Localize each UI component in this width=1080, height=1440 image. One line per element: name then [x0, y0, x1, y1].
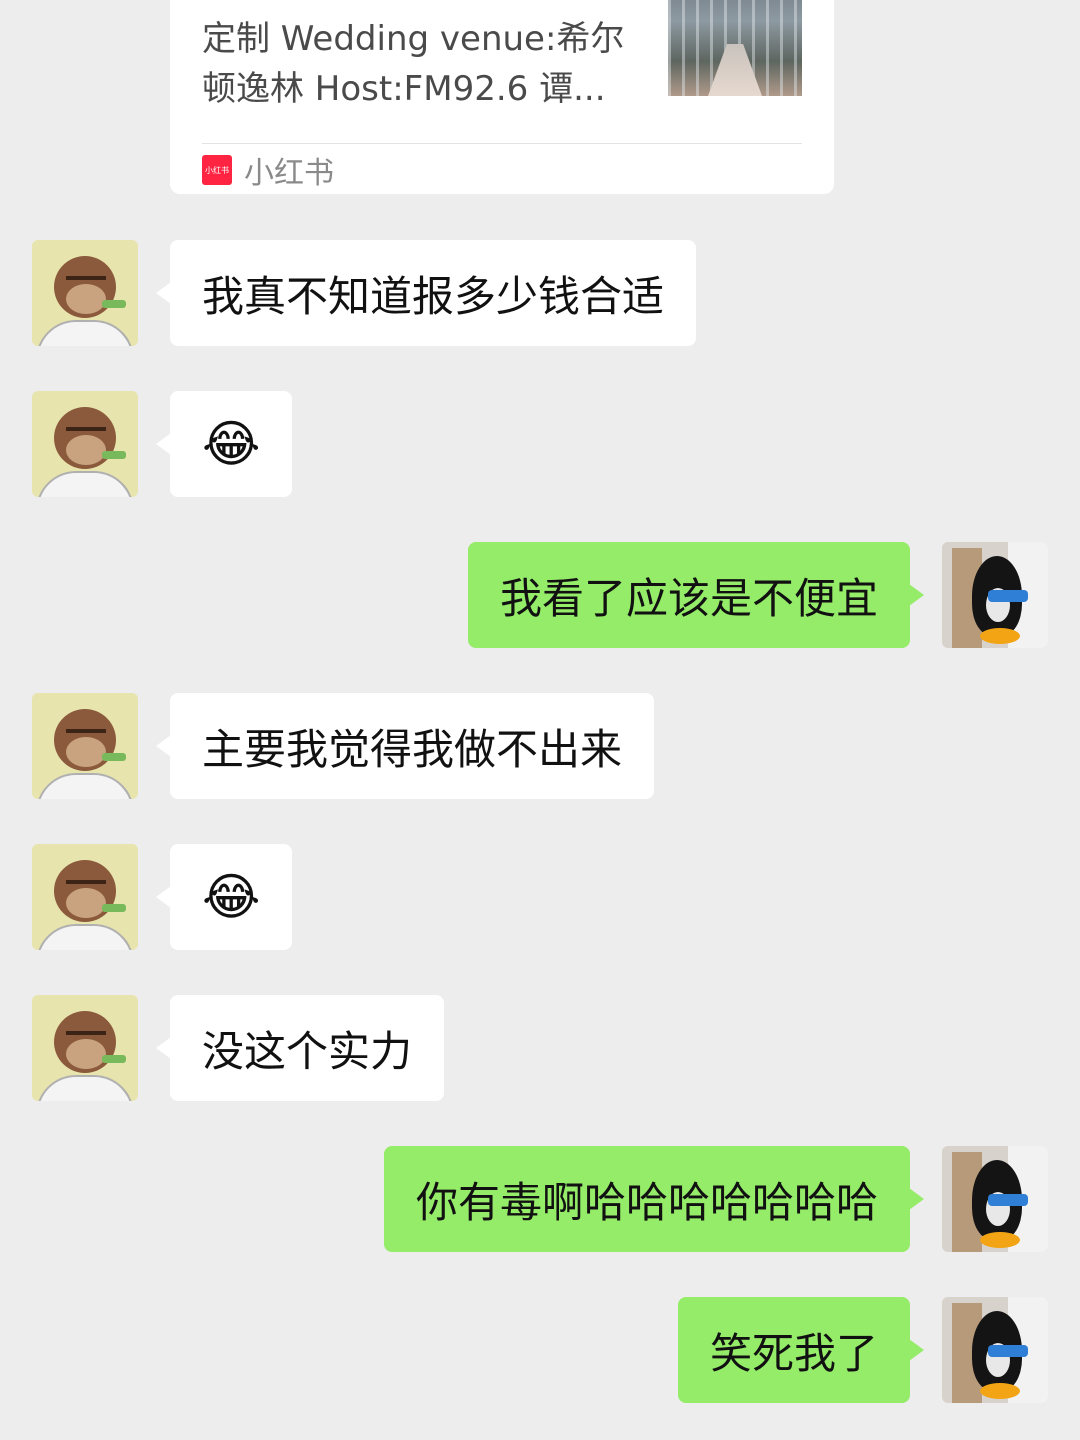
contact-avatar[interactable]	[32, 844, 138, 950]
xiaohongshu-logo-icon: 小红书	[202, 155, 232, 185]
message-text: 我真不知道报多少钱合适	[202, 271, 665, 321]
card-description-line-1: 定制 Wedding venue:希尔	[202, 19, 625, 59]
message-text: 我看了应该是不便宜	[499, 573, 878, 623]
my-avatar[interactable]	[942, 542, 1048, 648]
message-text: 你有毒啊哈哈哈哈哈哈哈	[415, 1177, 878, 1227]
card-thumbnail	[668, 0, 802, 96]
message-bubble-incoming[interactable]: 没这个实力	[155, 995, 445, 1101]
message-bubble-incoming[interactable]: 😂	[155, 844, 293, 950]
contact-avatar[interactable]	[32, 391, 138, 497]
message-bubble-outgoing[interactable]: 你有毒啊哈哈哈哈哈哈哈	[383, 1146, 925, 1252]
my-avatar[interactable]	[942, 1146, 1048, 1252]
message-bubble-incoming[interactable]: 主要我觉得我做不出来	[155, 693, 655, 799]
message-text: 笑死我了	[709, 1328, 878, 1378]
contact-avatar[interactable]	[32, 240, 138, 346]
message-bubble-outgoing[interactable]: 我看了应该是不便宜	[467, 542, 925, 648]
card-source-label: 小红书	[244, 156, 334, 191]
tears-of-joy-emoji-icon: 😂	[202, 415, 261, 473]
message-bubble-incoming[interactable]: 我真不知道报多少钱合适	[155, 240, 697, 346]
message-text: 没这个实力	[202, 1026, 413, 1076]
card-description-line-2: 顿逸林 Host:FM92.6 谭...	[202, 69, 606, 109]
contact-avatar[interactable]	[32, 693, 138, 799]
message-text: 主要我觉得我做不出来	[202, 724, 623, 774]
contact-avatar[interactable]	[32, 995, 138, 1101]
shared-link-card[interactable]: 定制 Wedding venue:希尔 顿逸林 Host:FM92.6 谭...…	[170, 0, 834, 194]
message-bubble-incoming[interactable]: 😂	[155, 391, 293, 497]
card-source: 小红书 小红书	[202, 150, 334, 191]
card-description: 定制 Wedding venue:希尔 顿逸林 Host:FM92.6 谭...	[202, 14, 632, 114]
tears-of-joy-emoji-icon: 😂	[202, 868, 261, 926]
my-avatar[interactable]	[942, 1297, 1048, 1403]
card-divider	[202, 143, 802, 144]
message-bubble-outgoing[interactable]: 笑死我了	[677, 1297, 925, 1403]
